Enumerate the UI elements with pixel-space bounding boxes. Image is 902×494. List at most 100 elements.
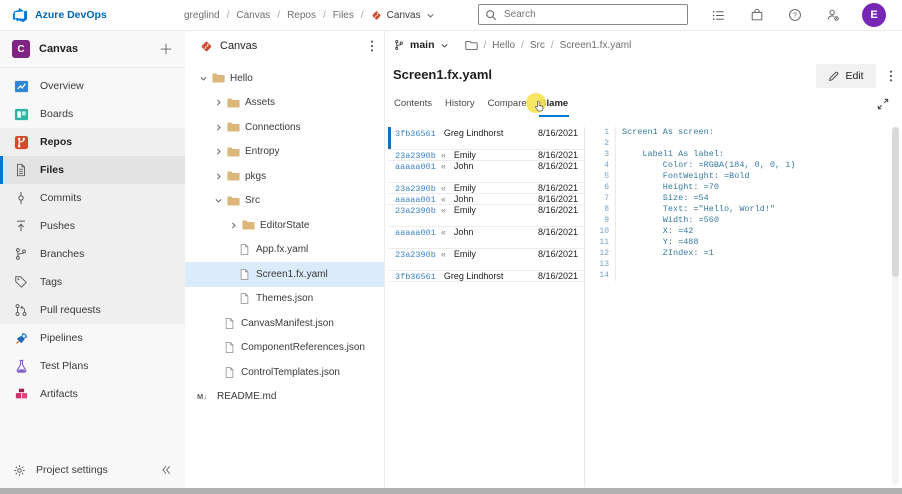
tree-item-app-fx-yaml[interactable]: App.fx.yaml — [185, 238, 384, 263]
tree-item-pkgs[interactable]: pkgs — [185, 164, 384, 189]
collapse-sidebar-icon[interactable] — [160, 464, 172, 476]
vertical-scrollbar[interactable] — [892, 127, 899, 485]
line-number: 9 — [585, 215, 616, 226]
edit-button[interactable]: Edit — [816, 64, 876, 88]
breadcrumb-item-greglind[interactable]: greglind — [184, 10, 220, 21]
code-line: 4 Color: =RGBA(184, 0, 0, 1) — [585, 160, 902, 171]
path-segment-src[interactable]: Src — [530, 40, 545, 51]
sidebar-item-overview[interactable]: Overview — [0, 72, 185, 100]
sidebar-item-test-plans[interactable]: Test Plans — [0, 352, 185, 380]
sidebar-item-label: Pushes — [40, 220, 75, 232]
tree-item-controltemplates-json[interactable]: ControlTemplates.json — [185, 360, 384, 385]
sidebar-item-files[interactable]: Files — [0, 156, 185, 184]
breadcrumb: greglind/Canvas/Repos/Files/Canvas — [184, 10, 435, 21]
commit-hash-link[interactable]: 23a2390b — [395, 206, 436, 216]
view-blame-prior-icon[interactable]: « — [441, 194, 446, 204]
marketplace-bag-icon[interactable] — [750, 8, 764, 22]
code-line: 2 — [585, 138, 902, 149]
code-line: 9 Width: =560 — [585, 215, 902, 226]
test-plans-icon — [13, 359, 29, 374]
commit-hash-link[interactable]: aaaaa001 — [395, 228, 436, 238]
path-segment-hello[interactable]: Hello — [492, 40, 515, 51]
tab-history[interactable]: History — [444, 95, 476, 117]
sidebar-item-boards[interactable]: Boards — [0, 100, 185, 128]
chevron-right-icon[interactable] — [212, 147, 225, 156]
view-blame-prior-icon[interactable]: « — [441, 227, 446, 237]
tree-item-src[interactable]: Src — [185, 189, 384, 214]
tree-item-entropy[interactable]: Entropy — [185, 140, 384, 165]
sidebar-item-commits[interactable]: Commits — [0, 184, 185, 212]
project-name[interactable]: Canvas — [39, 43, 150, 55]
blame-group: 3fb36561Greg Lindhorst8/16/2021 — [388, 127, 584, 149]
path-segment-screen1-fx-yaml[interactable]: Screen1.fx.yaml — [560, 40, 632, 51]
fullscreen-expand-icon[interactable] — [877, 98, 889, 110]
user-settings-icon[interactable] — [826, 8, 840, 22]
tree-item-hello[interactable]: Hello — [185, 66, 384, 91]
task-list-icon[interactable] — [711, 8, 726, 23]
chevron-down-icon[interactable] — [197, 74, 210, 83]
more-options-icon[interactable] — [889, 69, 893, 83]
more-options-icon[interactable] — [370, 39, 374, 53]
tab-contents[interactable]: Contents — [393, 95, 433, 117]
chevron-right-icon[interactable] — [227, 221, 240, 230]
chevron-right-icon[interactable] — [212, 123, 225, 132]
sidebar-item-repos[interactable]: Repos — [0, 128, 185, 156]
project-settings-button[interactable]: Project settings — [0, 456, 185, 484]
blame-group: 23a2390b«Emily8/16/2021 — [388, 149, 584, 160]
sidebar-item-branches[interactable]: Branches — [0, 240, 185, 268]
blame-date: 8/16/2021 — [538, 161, 578, 171]
help-icon[interactable]: ? — [788, 8, 802, 22]
blame-group: 23a2390b«Emily8/16/2021 — [388, 248, 584, 270]
folder-outline-icon[interactable] — [465, 40, 478, 51]
tree-item-themes-json[interactable]: Themes.json — [185, 287, 384, 312]
tree-item-label: Entropy — [245, 146, 279, 157]
view-blame-prior-icon[interactable]: « — [441, 183, 446, 193]
code-text: Color: =RGBA(184, 0, 0, 1) — [616, 160, 795, 171]
chevron-right-icon[interactable] — [212, 172, 225, 181]
sidebar-item-pull-requests[interactable]: Pull requests — [0, 296, 185, 324]
sidebar-item-pipelines[interactable]: Pipelines — [0, 324, 185, 352]
chevron-down-icon — [440, 41, 449, 50]
tree-item-assets[interactable]: Assets — [185, 91, 384, 116]
blame-group: aaaaa001«John8/16/2021 — [388, 193, 584, 204]
tree-item-readme-md[interactable]: M↓README.md — [185, 385, 384, 410]
avatar[interactable]: E — [862, 3, 886, 27]
tab-compare[interactable]: Compare — [487, 95, 528, 117]
file-icon — [221, 342, 237, 353]
azure-devops-home-link[interactable]: Azure DevOps — [0, 7, 184, 23]
breadcrumb-project-selector[interactable]: Canvas — [371, 10, 435, 21]
add-icon[interactable] — [159, 42, 173, 56]
breadcrumb-item-files[interactable]: Files — [333, 10, 354, 21]
sidebar-item-tags[interactable]: Tags — [0, 268, 185, 296]
tree-item-connections[interactable]: Connections — [185, 115, 384, 140]
blame-date: 8/16/2021 — [538, 150, 578, 160]
pull-requests-icon — [13, 303, 29, 317]
commit-hash-link[interactable]: 3fb36561 — [395, 129, 436, 139]
view-blame-prior-icon[interactable]: « — [441, 205, 446, 215]
commit-hash-link[interactable]: 3fb36561 — [395, 272, 436, 282]
view-blame-prior-icon[interactable]: « — [441, 150, 446, 160]
breadcrumb-item-repos[interactable]: Repos — [287, 10, 316, 21]
tree-item-canvasmanifest-json[interactable]: CanvasManifest.json — [185, 311, 384, 336]
sidebar-item-artifacts[interactable]: Artifacts — [0, 380, 185, 408]
code-text: X: =42 — [616, 226, 693, 237]
repository-selector[interactable]: Canvas — [185, 31, 384, 61]
sidebar-item-label: Branches — [40, 248, 84, 260]
chevron-right-icon[interactable] — [212, 98, 225, 107]
branch-selector[interactable]: main — [393, 39, 449, 51]
search-input[interactable] — [502, 8, 681, 21]
view-blame-prior-icon[interactable]: « — [441, 249, 446, 259]
commit-hash-link[interactable]: 23a2390b — [395, 250, 436, 260]
tree-item-editorstate[interactable]: EditorState — [185, 213, 384, 238]
project-avatar[interactable]: C — [12, 40, 30, 58]
scrollbar-thumb[interactable] — [892, 127, 899, 277]
blame-date: 8/16/2021 — [538, 205, 578, 215]
breadcrumb-item-canvas[interactable]: Canvas — [236, 10, 270, 21]
tree-item-screen1-fx-yaml[interactable]: Screen1.fx.yaml — [185, 262, 384, 287]
tree-item-componentreferences-json[interactable]: ComponentReferences.json — [185, 336, 384, 361]
sidebar-item-pushes[interactable]: Pushes — [0, 212, 185, 240]
commit-hash-link[interactable]: aaaaa001 — [395, 162, 436, 172]
blame-group: 23a2390b«Emily8/16/2021 — [388, 182, 584, 193]
view-blame-prior-icon[interactable]: « — [441, 161, 446, 171]
chevron-down-icon[interactable] — [212, 196, 225, 205]
